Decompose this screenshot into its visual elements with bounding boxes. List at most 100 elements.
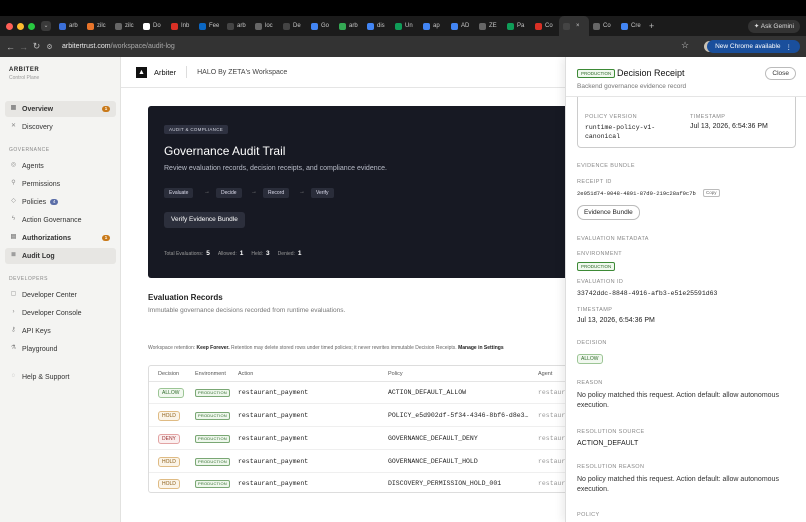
- bookmark-star-icon[interactable]: ☆: [681, 40, 689, 51]
- sidebar-item-developer-center[interactable]: ▢ Developer Center: [5, 287, 116, 303]
- browser-tab[interactable]: arb: [223, 16, 251, 36]
- sidebar-item-playground[interactable]: ⚗ Playground: [5, 341, 116, 357]
- decision-badge: HOLD: [158, 457, 180, 467]
- browser-tab[interactable]: Co: [531, 16, 559, 36]
- evidence-bundle-button[interactable]: Evidence Bundle: [577, 205, 640, 220]
- browser-tab[interactable]: ZE: [475, 16, 503, 36]
- sidebar-item-label: Help & Support: [22, 373, 70, 381]
- tab-label: arb: [69, 23, 78, 29]
- ask-gemini-button[interactable]: ✦ Ask Gemini: [747, 19, 800, 33]
- evaluation-records-table: Decision Environment Action Policy Agent…: [148, 365, 578, 493]
- sidebar-item-label: Developer Center: [22, 291, 77, 299]
- workspace-switcher[interactable]: HALO By ZETA's Workspace: [197, 69, 287, 76]
- browser-tab[interactable]: Fee: [195, 16, 223, 36]
- decision-badge: ALLOW: [577, 354, 603, 364]
- sidebar-item-label: Policies: [22, 198, 47, 206]
- sidebar-item-discovery[interactable]: ✕ Discovery: [5, 119, 116, 135]
- sidebar-item-label: Overview: [22, 105, 54, 113]
- browser-tab[interactable]: Cre: [617, 16, 645, 36]
- browser-tab[interactable]: zilc: [111, 16, 139, 36]
- sidebar-item-authorizations[interactable]: ▤ Authorizations 1: [5, 230, 116, 246]
- panel-subtitle: Backend governance evidence record: [577, 83, 687, 90]
- copy-button[interactable]: Copy: [703, 189, 720, 197]
- browser-tab[interactable]: Pa: [503, 16, 531, 36]
- table-row[interactable]: HOLD PRODUCTION restaurant_payment DISCO…: [149, 473, 577, 492]
- arrow-right-icon: →: [204, 189, 210, 195]
- close-button[interactable]: Close: [765, 67, 796, 80]
- browser-tab[interactable]: Co: [589, 16, 617, 36]
- table-row[interactable]: HOLD PRODUCTION restaurant_payment GOVER…: [149, 451, 577, 473]
- sidebar-item-agents[interactable]: ◎ Agents: [5, 158, 116, 174]
- sidebar-item-label: Developer Console: [22, 309, 82, 317]
- tab-label: ZE: [489, 23, 497, 29]
- browser-tab[interactable]: ×: [559, 16, 589, 36]
- browser-tab[interactable]: arb: [55, 16, 83, 36]
- key-icon: ⚲: [11, 180, 16, 186]
- browser-tab[interactable]: Inb: [167, 16, 195, 36]
- chrome-update-button[interactable]: New Chrome available ⋮: [707, 40, 800, 53]
- browser-tab[interactable]: dis: [363, 16, 391, 36]
- decision-badge: DENY: [158, 434, 180, 444]
- close-window-button[interactable]: [6, 22, 13, 30]
- environment-badge: PRODUCTION: [195, 435, 230, 443]
- verify-evidence-bundle-button[interactable]: Verify Evidence Bundle: [164, 212, 245, 228]
- site-info-icon[interactable]: ⚙: [43, 43, 56, 51]
- new-tab-button[interactable]: +: [649, 21, 654, 31]
- maximize-window-button[interactable]: [28, 22, 35, 30]
- tab-label: zilc: [125, 23, 134, 29]
- sidebar-item-developer-console[interactable]: › Developer Console: [5, 305, 116, 321]
- forward-icon[interactable]: →: [17, 42, 30, 52]
- sidebar-item-label: Agents: [22, 162, 44, 170]
- browser-tab[interactable]: Do: [139, 16, 167, 36]
- timestamp-label: TIMESTAMP: [577, 307, 613, 313]
- browser-tab[interactable]: zilc: [83, 16, 111, 36]
- browser-tab[interactable]: AD: [447, 16, 475, 36]
- browser-tab[interactable]: loc: [251, 16, 279, 36]
- close-tab-icon[interactable]: ×: [576, 23, 580, 29]
- sidebar-item-label: Discovery: [22, 123, 53, 131]
- retention-value: Keep Forever.: [196, 345, 230, 351]
- stat-label: Allowed:: [217, 251, 237, 257]
- stat-held: Held: 3: [251, 250, 269, 257]
- table-row[interactable]: DENY PRODUCTION restaurant_payment GOVER…: [149, 428, 577, 450]
- url-field[interactable]: arbitertrust.com/workspace/audit-log: [62, 43, 175, 50]
- browser-tab[interactable]: Go: [307, 16, 335, 36]
- box-icon: ▢: [10, 291, 17, 297]
- minimize-window-button[interactable]: [17, 22, 24, 30]
- sidebar-item-policies[interactable]: ◇ Policies 4: [5, 194, 116, 210]
- tab-label: Co: [603, 23, 611, 29]
- help-icon: ◌: [11, 373, 16, 379]
- sidebar-item-overview[interactable]: ▦ Overview 1: [5, 101, 116, 117]
- reload-icon[interactable]: ↻: [30, 41, 43, 52]
- sidebar-item-audit-log[interactable]: ≣ Audit Log: [5, 248, 116, 264]
- tab-label: De: [293, 23, 301, 29]
- retention-prefix: Workspace retention:: [148, 345, 196, 351]
- browser-tab[interactable]: De: [279, 16, 307, 36]
- decision-receipt-panel: PRODUCTION Decision Receipt Backend gove…: [565, 57, 806, 522]
- policy-version-value: runtime-policy-v1-canonical: [585, 124, 656, 140]
- retention-notice: Workspace retention: Keep Forever. Reten…: [148, 345, 566, 351]
- url-host: arbitertrust.com: [62, 43, 111, 50]
- back-icon[interactable]: ←: [4, 42, 17, 52]
- globe-favicon-icon: [479, 22, 486, 30]
- stat-label: Denied:: [277, 251, 295, 257]
- sidebar-item-action-governance[interactable]: ϟ Action Governance: [5, 212, 116, 228]
- sidebar-item-api-keys[interactable]: ⚷ API Keys: [5, 323, 116, 339]
- browser-tab[interactable]: ap: [419, 16, 447, 36]
- gdocs-favicon-icon: [311, 22, 318, 30]
- browser-tab[interactable]: Un: [391, 16, 419, 36]
- evaluation-id-value: 33742ddc-8848-4916-afb3-e51e25591d63: [577, 290, 718, 297]
- tab-search-icon[interactable]: ⌄: [41, 21, 51, 31]
- gdrive-favicon-icon: [339, 22, 346, 30]
- sidebar-item-help[interactable]: ◌ Help & Support: [5, 369, 116, 385]
- table-row[interactable]: HOLD PRODUCTION restaurant_payment POLIC…: [149, 405, 577, 427]
- sidebar-item-permissions[interactable]: ⚲ Permissions: [5, 176, 116, 192]
- grid-icon: ▦: [10, 105, 17, 111]
- app-viewport: ARBITER Control Plane ▦ Overview 1 ✕ Dis…: [0, 57, 806, 522]
- arbiter-favicon-icon: [227, 22, 234, 30]
- manage-settings-link[interactable]: Manage in Settings: [458, 345, 504, 351]
- decision-badge: HOLD: [158, 411, 180, 421]
- table-row[interactable]: ALLOW PRODUCTION restaurant_payment ACTI…: [149, 382, 577, 404]
- browser-tab[interactable]: arb: [335, 16, 363, 36]
- decision-badge: ALLOW: [158, 388, 184, 398]
